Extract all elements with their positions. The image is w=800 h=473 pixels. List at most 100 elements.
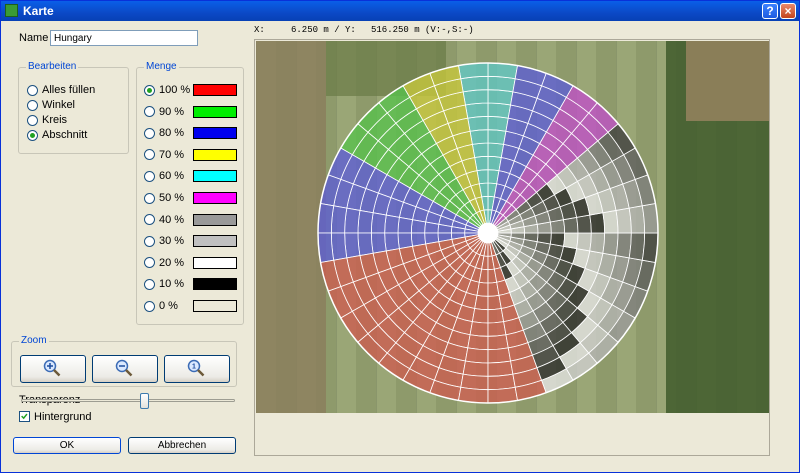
map-segment[interactable] bbox=[462, 89, 489, 106]
radio-icon[interactable] bbox=[144, 257, 155, 269]
map-segment[interactable] bbox=[563, 216, 579, 234]
radio-icon[interactable] bbox=[144, 149, 155, 161]
radio-icon[interactable] bbox=[144, 214, 155, 226]
amount-option-1[interactable]: 90 % bbox=[144, 105, 184, 119]
zoom-reset-button[interactable]: 1 bbox=[164, 355, 230, 383]
map-segment[interactable] bbox=[464, 102, 489, 119]
map-segment[interactable] bbox=[474, 294, 489, 311]
map-segment[interactable] bbox=[487, 321, 507, 337]
map-segment[interactable] bbox=[589, 212, 606, 234]
map-segment[interactable] bbox=[344, 232, 361, 259]
amount-option-6[interactable]: 40 % bbox=[144, 213, 184, 227]
radio-icon[interactable] bbox=[144, 127, 155, 139]
map-segment[interactable] bbox=[487, 347, 512, 364]
map-segment[interactable] bbox=[487, 308, 505, 324]
radio-icon[interactable] bbox=[144, 106, 155, 118]
amount-option-5[interactable]: 50 % bbox=[144, 191, 184, 205]
map-segment[interactable] bbox=[536, 232, 552, 245]
title-bar[interactable]: Karte ? × bbox=[1, 1, 799, 21]
amount-option-0[interactable]: 100 % bbox=[144, 83, 190, 97]
map-segment[interactable] bbox=[384, 214, 400, 234]
map-segment[interactable] bbox=[576, 232, 592, 252]
map-segment[interactable] bbox=[469, 129, 489, 145]
amount-option-9[interactable]: 10 % bbox=[144, 277, 184, 291]
map-segment[interactable] bbox=[357, 209, 374, 234]
map-segment[interactable] bbox=[357, 232, 374, 257]
map-segment[interactable] bbox=[344, 207, 361, 234]
amount-option-10[interactable]: 0 % bbox=[144, 299, 178, 313]
map-segment[interactable] bbox=[487, 89, 514, 106]
edit-option-0[interactable]: Alles füllen bbox=[27, 83, 95, 97]
x-coordinate-label: X: bbox=[254, 25, 265, 35]
map-segment[interactable] bbox=[464, 347, 489, 364]
radio-icon[interactable] bbox=[27, 99, 38, 111]
map-segment[interactable] bbox=[487, 75, 516, 93]
amount-option-2[interactable]: 80 % bbox=[144, 126, 184, 140]
amount-option-4[interactable]: 60 % bbox=[144, 169, 184, 183]
transparency-slider-thumb[interactable] bbox=[139, 393, 149, 409]
radio-icon[interactable] bbox=[27, 114, 38, 126]
map-segment[interactable] bbox=[549, 232, 566, 247]
radio-icon[interactable] bbox=[144, 192, 155, 204]
radio-icon[interactable] bbox=[27, 129, 38, 141]
map-segment[interactable] bbox=[487, 115, 509, 132]
map-segment[interactable] bbox=[471, 308, 489, 324]
map-segment[interactable] bbox=[615, 232, 632, 259]
map-segment[interactable] bbox=[602, 209, 619, 234]
amount-option-7[interactable]: 30 % bbox=[144, 234, 184, 248]
map-segment[interactable] bbox=[576, 214, 592, 234]
map-segment[interactable] bbox=[467, 115, 489, 132]
map-segment[interactable] bbox=[487, 102, 512, 119]
map-segment[interactable] bbox=[462, 360, 489, 377]
map-segment[interactable] bbox=[602, 232, 619, 257]
map-segment[interactable] bbox=[460, 373, 489, 391]
map-segment[interactable] bbox=[469, 321, 489, 337]
map-segment[interactable] bbox=[487, 373, 516, 391]
radio-icon[interactable] bbox=[144, 235, 155, 247]
map-segment[interactable] bbox=[370, 212, 387, 234]
name-input[interactable] bbox=[50, 30, 198, 46]
map-segment[interactable] bbox=[487, 129, 507, 145]
help-button[interactable]: ? bbox=[762, 3, 778, 19]
map-segment[interactable] bbox=[476, 281, 489, 297]
map-segment[interactable] bbox=[370, 232, 387, 254]
edit-group: Bearbeiten Alles füllen Winkel Kreis Abschn… bbox=[18, 61, 129, 154]
amount-option-8[interactable]: 20 % bbox=[144, 256, 184, 270]
map-segment[interactable] bbox=[487, 360, 514, 377]
radio-icon[interactable] bbox=[144, 170, 155, 182]
edit-option-1[interactable]: Winkel bbox=[27, 98, 75, 112]
ok-button[interactable]: OK bbox=[13, 437, 121, 454]
amount-option-label: 60 % bbox=[159, 170, 185, 183]
background-checkbox[interactable] bbox=[19, 411, 30, 422]
amount-option-3[interactable]: 70 % bbox=[144, 148, 184, 162]
radio-icon[interactable] bbox=[144, 84, 155, 96]
map-segment[interactable] bbox=[467, 334, 489, 351]
map-segment[interactable] bbox=[563, 232, 579, 250]
map-segment[interactable] bbox=[460, 75, 489, 93]
map-segment[interactable] bbox=[589, 232, 606, 254]
map-segment[interactable] bbox=[410, 219, 427, 234]
map-segment[interactable] bbox=[615, 207, 632, 234]
transparency-slider-track[interactable] bbox=[21, 399, 235, 402]
zoom-out-button[interactable] bbox=[92, 355, 158, 383]
map-segment[interactable] bbox=[384, 232, 400, 252]
map-segment[interactable] bbox=[397, 232, 413, 250]
radio-icon[interactable] bbox=[144, 300, 155, 312]
map-segment[interactable] bbox=[330, 205, 348, 234]
zoom-in-button[interactable] bbox=[20, 355, 86, 383]
radio-icon[interactable] bbox=[144, 278, 155, 290]
map-segment[interactable] bbox=[397, 216, 413, 234]
close-button[interactable]: × bbox=[780, 3, 796, 19]
map-segment[interactable] bbox=[424, 221, 440, 234]
edit-option-2[interactable]: Kreis bbox=[27, 113, 67, 127]
map-segment[interactable] bbox=[330, 232, 348, 261]
map-segment[interactable] bbox=[628, 232, 646, 261]
radio-icon[interactable] bbox=[27, 84, 38, 96]
map-canvas[interactable] bbox=[256, 41, 770, 413]
map-segment[interactable] bbox=[487, 334, 509, 351]
map-segment[interactable] bbox=[487, 142, 505, 158]
edit-option-3[interactable]: Abschnitt bbox=[27, 128, 87, 142]
map-segment[interactable] bbox=[628, 205, 646, 234]
map-segment[interactable] bbox=[471, 142, 489, 158]
cancel-button[interactable]: Abbrechen bbox=[128, 437, 236, 454]
